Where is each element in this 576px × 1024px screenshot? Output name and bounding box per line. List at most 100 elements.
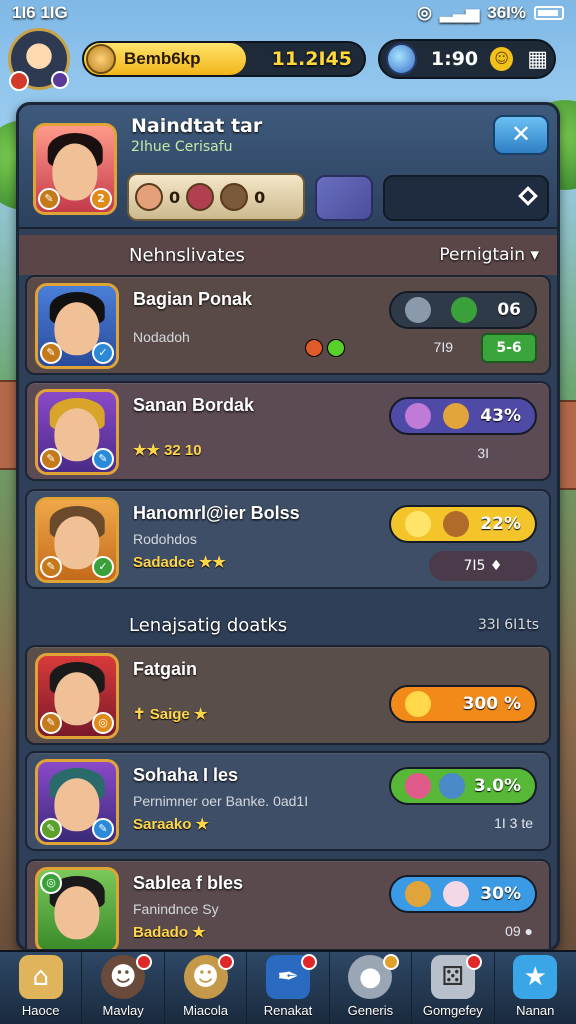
xp-bar: Bemb6kp 11.2I45 bbox=[82, 41, 366, 77]
xp-value: 11.2I45 bbox=[271, 48, 352, 70]
notification-icon bbox=[300, 954, 317, 970]
edit-icon: ✎ bbox=[92, 448, 114, 470]
level-icon bbox=[51, 71, 69, 89]
stat-value: 30% bbox=[480, 884, 521, 904]
character-portrait: ✎ ✎ bbox=[35, 389, 119, 475]
character-sub: Nodadoh bbox=[133, 329, 190, 345]
edit-icon: ✎ bbox=[40, 342, 62, 364]
nav-label: Miacola bbox=[183, 1003, 228, 1018]
nav-miacola[interactable]: ☻ Miacola bbox=[165, 952, 248, 1024]
rating-tag: Badado ★ bbox=[133, 924, 206, 941]
list-item[interactable]: ✎ ✎ Sanan Bordak ★★ 32 10 43% 3I bbox=[25, 381, 551, 481]
list-item[interactable]: ◎ Sablea f bles Fanindnce Sy Badado ★ 30… bbox=[25, 859, 551, 949]
grid-icon[interactable]: ▦ bbox=[527, 47, 548, 72]
item-slot[interactable] bbox=[315, 175, 373, 221]
bottom-nav: ⌂ Haoce ☻ Mavlay ☻ Miacola ✒ Renakat ● G… bbox=[0, 950, 576, 1024]
character-sub: Fanindnce Sy bbox=[133, 901, 219, 917]
stat-value: 22% bbox=[480, 514, 521, 534]
rating-tag: Sadadce ★★ bbox=[133, 554, 226, 571]
notification-icon bbox=[9, 71, 29, 91]
magnify-icon bbox=[405, 297, 431, 323]
sort-dropdown[interactable]: Pernigtain ▾ bbox=[439, 245, 539, 265]
notification-icon bbox=[135, 954, 152, 970]
coin-icon bbox=[86, 44, 116, 74]
notification-icon bbox=[383, 954, 400, 970]
list-item[interactable]: ✎ ✓ Hanomrl@ier Bolss Rodohdos Sadadce ★… bbox=[25, 489, 551, 589]
profile-header: ✎ 2 Naindtat tar 2Ihue Cerisafu ✕ 0 0 bbox=[19, 105, 557, 229]
nav-renakat[interactable]: ✒ Renakat bbox=[247, 952, 330, 1024]
nav-home[interactable]: ⌂ Haoce bbox=[0, 952, 83, 1024]
nav-label: Gomgefey bbox=[422, 1003, 483, 1018]
stat-meta: 7I5 ♦ bbox=[429, 551, 537, 581]
stat-value: 300 % bbox=[462, 694, 521, 714]
stat-pill: 22% bbox=[389, 505, 537, 543]
profile-subtitle: 2Ihue Cerisafu bbox=[131, 139, 233, 155]
stat-value: 06 bbox=[497, 300, 521, 320]
smiley-icon[interactable]: ☺ bbox=[490, 47, 514, 71]
character-name: Hanomrl@ier Bolss bbox=[133, 503, 300, 523]
battery-percent: 36I% bbox=[487, 3, 526, 22]
section-header: Nehnslivates Pernigtain ▾ bbox=[19, 235, 557, 275]
character-name: Sanan Bordak bbox=[133, 395, 255, 415]
star-icon bbox=[405, 691, 431, 717]
shield-icon bbox=[451, 297, 478, 323]
star-icon bbox=[405, 511, 431, 537]
character-name: Fatgain bbox=[133, 659, 198, 679]
character-portrait: ◎ bbox=[35, 867, 119, 949]
home-icon: ⌂ bbox=[18, 955, 63, 999]
nav-label: Generis bbox=[347, 1003, 394, 1018]
rating-tag: ★★ 32 10 bbox=[133, 442, 202, 459]
top-hud: Bemb6kp 11.2I45 1:90 ☺ ▦ bbox=[8, 28, 568, 91]
list-item[interactable]: ✎ ✓ Bagian Ponak Nodadoh 06 7I9 5-6 bbox=[25, 275, 551, 375]
main-panel: ✎ 2 Naindtat tar 2Ihue Cerisafu ✕ 0 0 Ne… bbox=[16, 102, 560, 952]
edit-icon: ✎ bbox=[92, 818, 114, 840]
level-badge-icon: ◎ bbox=[92, 712, 114, 734]
timer-panel: 1:90 ☺ ▦ bbox=[378, 39, 556, 79]
stat-meta: 7I9 bbox=[433, 339, 453, 355]
level-badge-icon: ◎ bbox=[40, 872, 62, 894]
list-item[interactable]: ✎ ◎ Fatgain ✝ Saige ★ 300 % bbox=[25, 645, 551, 745]
score-badge: 5-6 bbox=[481, 333, 537, 363]
wand-icon bbox=[405, 881, 431, 907]
list-item[interactable]: ✎ ✎ Sohaha I les Pernimner oer Banke. 0a… bbox=[25, 751, 551, 851]
xp-label: Bemb6kp bbox=[124, 49, 201, 68]
nav-mavlay[interactable]: ☻ Mavlay bbox=[82, 952, 165, 1024]
stat-meta: 1I 3 te bbox=[494, 815, 533, 831]
nav-gomgefey[interactable]: ⚄ Gomgefey bbox=[412, 952, 495, 1024]
character-portrait: ✎ ✓ bbox=[35, 497, 119, 583]
ingredient-icon bbox=[220, 183, 249, 211]
stat-meta: 09 ● bbox=[505, 923, 533, 939]
check-icon: ✓ bbox=[92, 342, 114, 364]
section-count: 33I 6I1ts bbox=[477, 617, 539, 633]
orb-icon bbox=[405, 403, 431, 429]
section-title: Lenajsatig doatks bbox=[129, 614, 288, 636]
empty-slot[interactable] bbox=[383, 175, 549, 221]
timer-value: 1:90 bbox=[430, 48, 479, 70]
edit-icon: ✎ bbox=[40, 556, 62, 578]
level-badge: 2 bbox=[90, 188, 112, 210]
flower-icon bbox=[405, 773, 431, 799]
notification-icon bbox=[218, 954, 235, 970]
profile-portrait[interactable]: ✎ 2 bbox=[33, 123, 117, 215]
character-portrait: ✎ ✎ bbox=[35, 759, 119, 845]
nav-generis[interactable]: ● Generis bbox=[330, 952, 413, 1024]
player-avatar[interactable] bbox=[8, 28, 70, 91]
stat-pill: 43% bbox=[389, 397, 537, 435]
ingredient-count: 0 bbox=[254, 187, 266, 207]
diamond-icon bbox=[518, 186, 538, 206]
ingredient-icon bbox=[135, 183, 163, 211]
rating-tag: Saraako ★ bbox=[133, 816, 209, 833]
section-title: Nehnslivates bbox=[129, 244, 245, 266]
section-header: Lenajsatig doatks 33I 6I1ts bbox=[19, 605, 557, 645]
character-name: Bagian Ponak bbox=[133, 289, 253, 309]
stat-pill: 300 % bbox=[389, 685, 537, 723]
close-button[interactable]: ✕ bbox=[493, 115, 549, 155]
wrench-icon bbox=[439, 773, 466, 799]
nav-nanan[interactable]: ★ Nanan bbox=[495, 952, 576, 1024]
character-name: Sablea f bles bbox=[133, 873, 244, 893]
chest-icon bbox=[442, 511, 469, 537]
battery-icon bbox=[534, 6, 564, 20]
notification-icon bbox=[465, 954, 482, 970]
stat-pill: 06 bbox=[389, 291, 537, 329]
signal-icon: ▂▃▅ bbox=[440, 3, 480, 22]
